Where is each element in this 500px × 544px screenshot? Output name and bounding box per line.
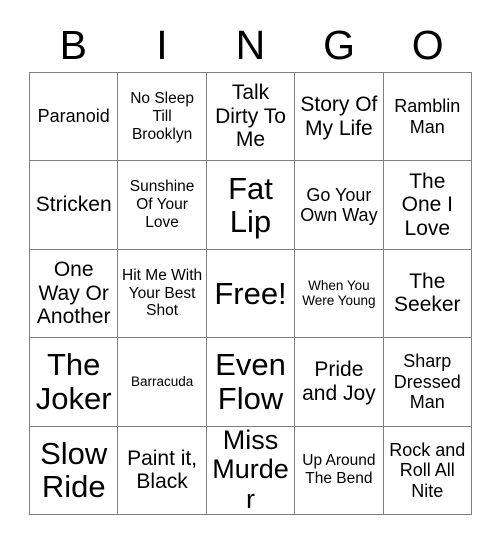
bingo-cell[interactable]: Free!: [206, 249, 296, 339]
bingo-cell-label: The Seeker: [394, 269, 461, 317]
bingo-cell-label: Story Of My Life: [300, 93, 378, 140]
bingo-cell-label: Even Flow: [215, 347, 286, 416]
bingo-cell-label: Sunshine Of Your Love: [129, 178, 195, 232]
bingo-cell[interactable]: Up Around The Bend: [295, 426, 384, 515]
bingo-cell-label: Miss Murder: [212, 426, 289, 515]
bingo-cell[interactable]: Paint it, Black: [118, 426, 207, 515]
bingo-cell-label: The Joker: [35, 347, 112, 416]
bingo-cell-label: Barracuda: [130, 373, 194, 389]
bingo-header-letter-i: I: [156, 21, 168, 68]
bingo-cell-label: Pride and Joy: [302, 358, 376, 405]
bingo-cell[interactable]: Paranoid: [30, 73, 119, 162]
bingo-cell-label: Fat Lip: [228, 170, 273, 240]
bingo-cell-label: No Sleep Till Brooklyn: [130, 89, 194, 143]
bingo-cell[interactable]: When You Were Young: [295, 249, 384, 339]
bingo-cell[interactable]: Story Of My Life: [295, 73, 384, 162]
bingo-cell[interactable]: One Way Or Another: [30, 249, 119, 339]
bingo-cell[interactable]: Even Flow: [206, 338, 296, 427]
bingo-cell[interactable]: Ramblin Man: [383, 73, 472, 162]
bingo-cell[interactable]: Stricken: [30, 161, 119, 250]
bingo-cell[interactable]: Miss Murder: [206, 426, 296, 515]
bingo-cell[interactable]: Rock and Roll All Nite: [383, 426, 472, 515]
bingo-header-row: B I N G O: [29, 18, 472, 72]
bingo-grid: Paranoid No Sleep Till Brooklyn Talk Dirty…: [29, 72, 472, 515]
bingo-cell-label: Sharp Dressed Man: [393, 351, 461, 413]
bingo-cell[interactable]: Fat Lip: [206, 161, 296, 250]
bingo-cell-label: Talk Dirty To Me: [215, 81, 286, 152]
bingo-cell-label: Free!: [214, 275, 287, 311]
bingo-cell-label: When You Were Young: [302, 277, 376, 309]
bingo-cell-label: Rock and Roll All Nite: [389, 439, 466, 501]
bingo-cell[interactable]: Hit Me With Your Best Shot: [118, 249, 207, 339]
bingo-header-letter-o: O: [411, 21, 444, 68]
bingo-cell[interactable]: Pride and Joy: [295, 338, 384, 427]
bingo-cell[interactable]: No Sleep Till Brooklyn: [118, 73, 207, 162]
bingo-cell-label: Hit Me With Your Best Shot: [122, 266, 203, 320]
bingo-cell-label: Go Your Own Way: [300, 184, 378, 226]
bingo-cell-label: Paint it, Black: [127, 446, 198, 494]
bingo-card: B I N G O Paranoid No Sleep Till Brooklyn…: [0, 0, 500, 544]
bingo-cell-label: Ramblin Man: [394, 96, 461, 137]
bingo-cell[interactable]: Sharp Dressed Man: [383, 338, 472, 427]
bingo-header-letter-n: N: [235, 21, 266, 68]
bingo-cell[interactable]: Go Your Own Way: [295, 161, 384, 250]
bingo-cell[interactable]: Slow Ride: [30, 426, 119, 515]
bingo-cell[interactable]: The Joker: [30, 338, 119, 427]
bingo-header-letter-b: B: [59, 21, 87, 68]
bingo-cell-label: Paranoid: [37, 106, 110, 127]
bingo-cell[interactable]: Sunshine Of Your Love: [118, 161, 207, 250]
bingo-header-letter-g: G: [323, 21, 356, 68]
bingo-cell-label: Stricken: [35, 193, 112, 217]
bingo-cell-label: One Way Or Another: [36, 258, 111, 329]
bingo-cell-label: The One I Love: [401, 169, 453, 240]
bingo-cell[interactable]: Barracuda: [118, 338, 207, 427]
bingo-cell-label: Slow Ride: [40, 435, 108, 505]
bingo-cell[interactable]: The Seeker: [383, 249, 472, 339]
bingo-cell[interactable]: The One I Love: [383, 161, 472, 250]
bingo-cell-label: Up Around The Bend: [302, 452, 376, 488]
bingo-cell[interactable]: Talk Dirty To Me: [206, 73, 296, 162]
